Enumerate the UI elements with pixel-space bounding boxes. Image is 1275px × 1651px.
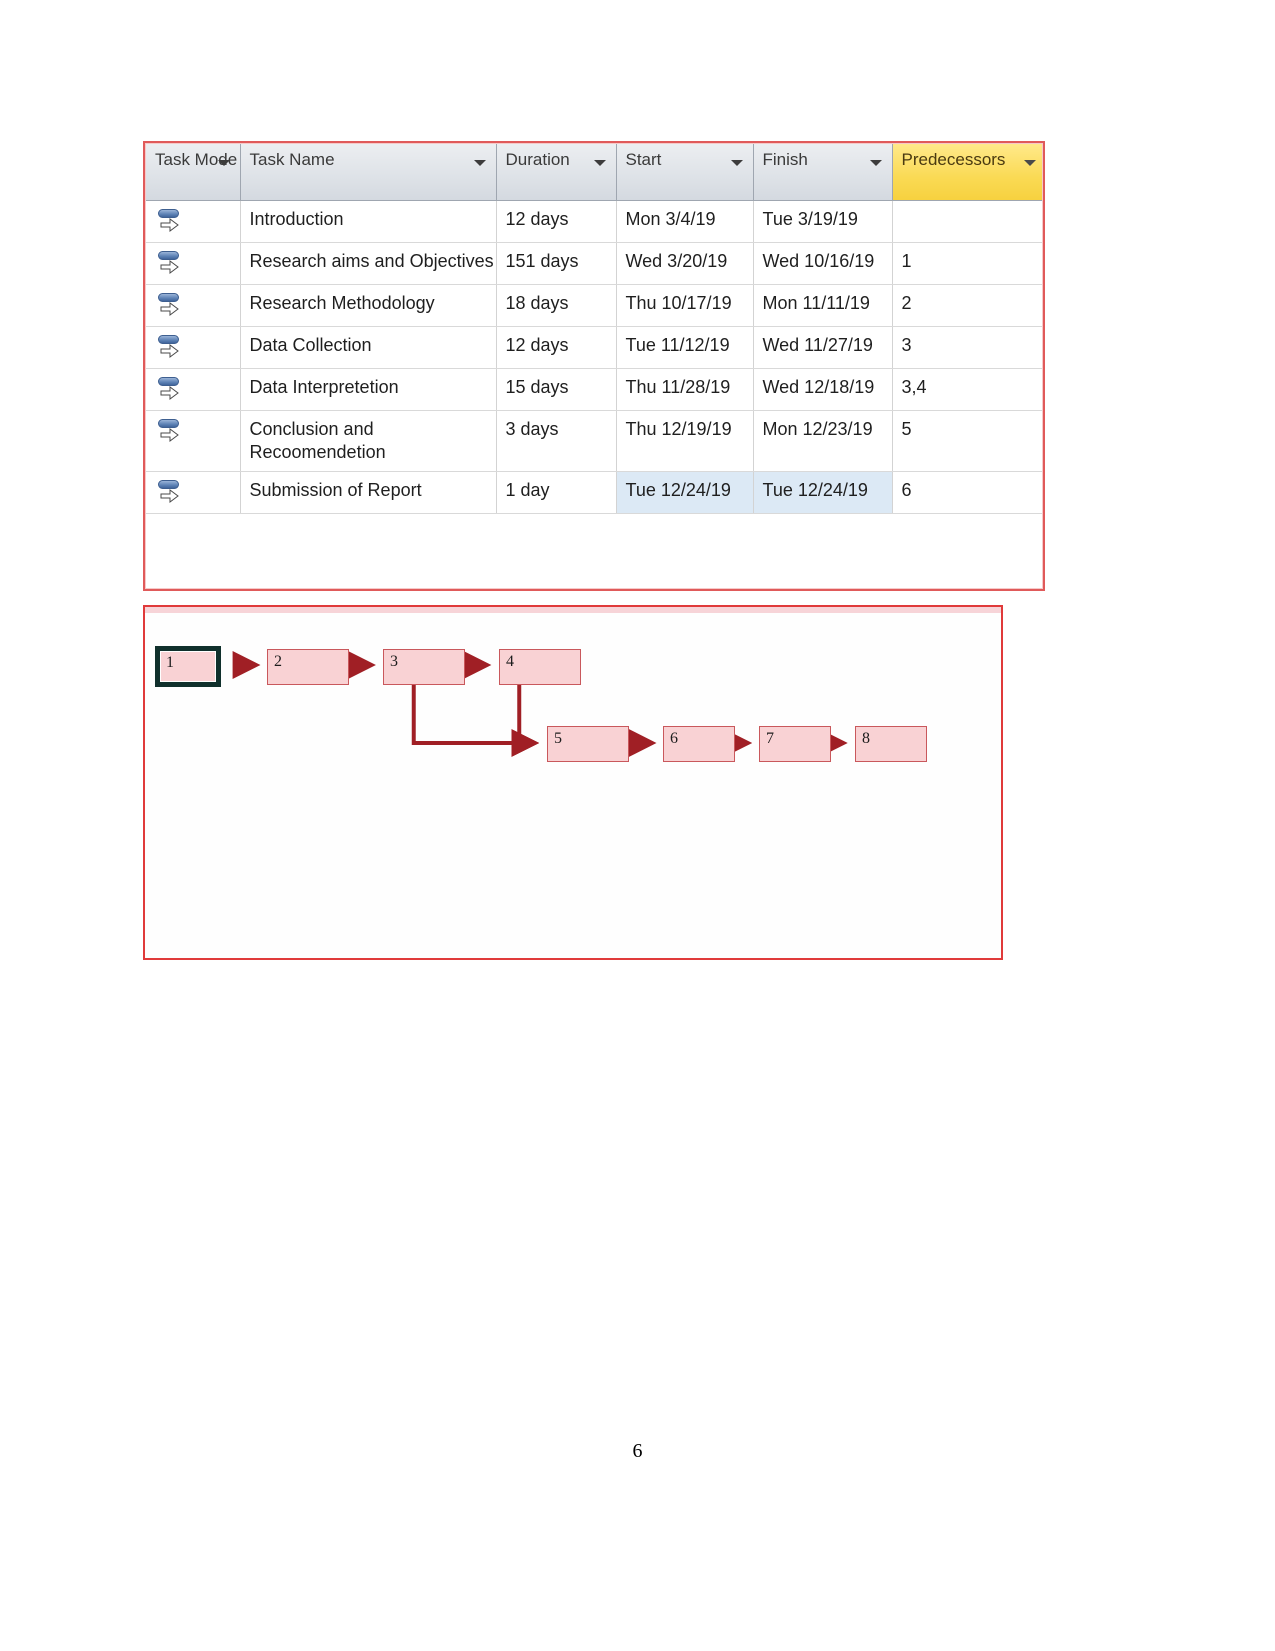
cell-task-mode[interactable] [146,368,241,411]
network-node-8[interactable]: 8 [855,726,927,762]
network-node-2[interactable]: 2 [267,649,349,685]
table-row[interactable]: Submission of Report 1 day Tue 12/24/19 … [146,471,1042,515]
column-header-predecessors[interactable]: Predecessors [892,144,1042,201]
cell-finish[interactable]: Mon 12/23/19 [753,410,893,473]
cell-predecessors[interactable]: 1 [892,242,1042,285]
cell-predecessors[interactable]: 3 [892,326,1042,369]
cell-finish[interactable]: Wed 10/16/19 [753,242,893,285]
cell-predecessors[interactable]: 2 [892,284,1042,327]
task-table-body: Introduction 12 days Mon 3/4/19 Tue 3/19… [146,200,1042,515]
network-node-1[interactable]: 1 [155,646,221,687]
network-node-6-label: 6 [670,730,678,747]
cell-task-name[interactable]: Introduction [240,200,497,243]
auto-scheduled-icon [158,209,182,235]
network-node-4[interactable]: 4 [499,649,581,685]
column-header-duration-label: Duration [505,150,570,169]
cell-task-name[interactable]: Conclusion and Recoomendetion [240,410,497,473]
project-task-grid[interactable]: Task Mode Task Name Duration Start Finis… [143,141,1045,591]
cell-finish[interactable]: Mon 11/11/19 [753,284,893,327]
column-header-start-label: Start [625,150,662,169]
cell-task-mode[interactable] [146,410,241,473]
network-node-5-label: 5 [554,730,562,747]
network-diagram-canvas[interactable]: 1 2 3 4 5 6 7 8 [145,607,1001,958]
column-header-task-name-label: Task Name [249,150,335,169]
network-node-3-label: 3 [390,653,398,670]
page-number: 6 [632,1440,643,1462]
cell-finish[interactable]: Wed 12/18/19 [753,368,893,411]
network-node-7-label: 7 [766,730,774,747]
column-header-predecessors-label: Predecessors [901,150,1006,169]
chevron-down-icon[interactable] [869,160,882,166]
network-diagram-frame[interactable]: 1 2 3 4 5 6 7 8 [143,605,1003,960]
chevron-down-icon[interactable] [730,160,743,166]
column-header-finish[interactable]: Finish [753,144,893,201]
table-row[interactable]: Introduction 12 days Mon 3/4/19 Tue 3/19… [146,200,1042,243]
network-node-5[interactable]: 5 [547,726,629,762]
cell-duration[interactable]: 12 days [496,326,617,369]
cell-duration[interactable]: 15 days [496,368,617,411]
cell-start[interactable]: Mon 3/4/19 [616,200,754,243]
table-row[interactable]: Research aims and Objectives 151 days We… [146,242,1042,285]
cell-task-name[interactable]: Data Interpretetion [240,368,497,411]
column-header-finish-label: Finish [762,150,808,169]
cell-task-name[interactable]: Data Collection [240,326,497,369]
cell-start[interactable]: Thu 11/28/19 [616,368,754,411]
cell-predecessors[interactable] [892,200,1042,243]
auto-scheduled-icon [158,419,182,445]
cell-duration[interactable]: 3 days [496,410,617,473]
cell-duration[interactable]: 12 days [496,200,617,243]
cell-duration[interactable]: 151 days [496,242,617,285]
network-node-3[interactable]: 3 [383,649,465,685]
table-row[interactable]: Data Collection 12 days Tue 11/12/19 Wed… [146,326,1042,369]
cell-start[interactable]: Wed 3/20/19 [616,242,754,285]
project-task-grid-inner: Task Mode Task Name Duration Start Finis… [145,143,1043,589]
network-node-8-label: 8 [862,730,870,747]
table-row[interactable]: Research Methodology 18 days Thu 10/17/1… [146,284,1042,327]
cell-start[interactable]: Tue 12/24/19 [616,471,754,515]
table-row[interactable]: Conclusion and Recoomendetion 3 days Thu… [146,410,1042,473]
table-header-row: Task Mode Task Name Duration Start Finis… [146,144,1042,201]
auto-scheduled-icon [158,335,182,361]
cell-finish[interactable]: Wed 11/27/19 [753,326,893,369]
auto-scheduled-icon [158,251,182,277]
cell-duration[interactable]: 1 day [496,471,617,515]
cell-predecessors[interactable]: 6 [892,471,1042,515]
column-header-duration[interactable]: Duration [496,144,617,201]
network-node-4-label: 4 [506,653,514,670]
cell-start[interactable]: Thu 10/17/19 [616,284,754,327]
cell-start[interactable]: Thu 12/19/19 [616,410,754,473]
column-header-start[interactable]: Start [616,144,754,201]
cell-task-name[interactable]: Submission of Report [240,471,497,515]
cell-task-mode[interactable] [146,284,241,327]
chevron-down-icon[interactable] [593,160,606,166]
column-header-task-mode[interactable]: Task Mode [146,144,241,201]
chevron-down-icon[interactable] [1024,160,1036,166]
network-node-7[interactable]: 7 [759,726,831,762]
cell-predecessors[interactable]: 3,4 [892,368,1042,411]
cell-task-name[interactable]: Research Methodology [240,284,497,327]
table-row[interactable]: Data Interpretetion 15 days Thu 11/28/19… [146,368,1042,411]
task-table[interactable]: Task Mode Task Name Duration Start Finis… [146,144,1042,515]
network-node-6[interactable]: 6 [663,726,735,762]
cell-duration[interactable]: 18 days [496,284,617,327]
auto-scheduled-icon [158,377,182,403]
network-node-2-label: 2 [274,653,282,670]
cell-finish[interactable]: Tue 12/24/19 [753,471,893,515]
cell-finish[interactable]: Tue 3/19/19 [753,200,893,243]
column-header-task-name[interactable]: Task Name [240,144,497,201]
cell-task-mode[interactable] [146,242,241,285]
cell-task-name[interactable]: Research aims and Objectives [240,242,497,285]
auto-scheduled-icon [158,293,182,319]
chevron-down-icon[interactable] [473,160,486,166]
cell-task-mode[interactable] [146,200,241,243]
chevron-down-icon[interactable] [217,160,230,166]
network-node-1-label: 1 [160,651,216,682]
cell-predecessors[interactable]: 5 [892,410,1042,473]
cell-task-mode[interactable] [146,471,241,515]
cell-start[interactable]: Tue 11/12/19 [616,326,754,369]
auto-scheduled-icon [158,480,182,506]
cell-task-mode[interactable] [146,326,241,369]
